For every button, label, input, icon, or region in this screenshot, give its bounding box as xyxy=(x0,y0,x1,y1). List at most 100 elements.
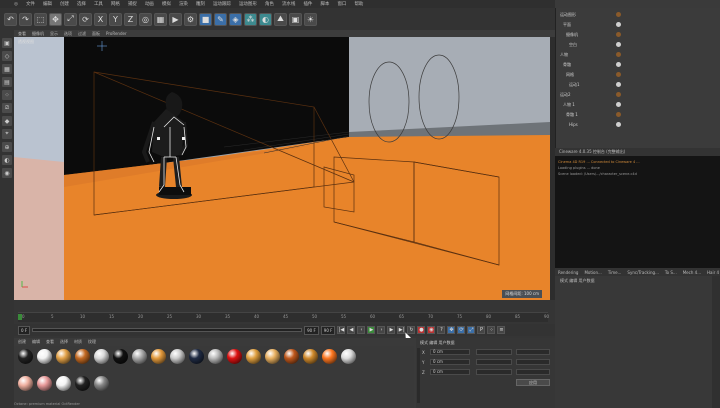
prev-key-icon[interactable]: ◀ xyxy=(347,326,356,334)
material-menu-item[interactable]: 纹理 xyxy=(88,339,96,345)
object-row[interactable]: 运动1 xyxy=(560,82,580,88)
deformer-icon[interactable]: ◐ xyxy=(259,12,272,26)
material-swatch[interactable] xyxy=(151,349,166,364)
viewport[interactable]: 透视视图 网格间距: 100 cm xyxy=(14,37,550,300)
material-swatch[interactable] xyxy=(18,376,33,391)
object-row[interactable]: 运动2 xyxy=(560,92,571,98)
material-swatch[interactable] xyxy=(303,349,318,364)
viewport-menu-item[interactable]: ProRender xyxy=(106,31,127,36)
coord-y-field[interactable]: 0 cm xyxy=(430,359,470,365)
material-tag-icon[interactable] xyxy=(616,52,621,57)
axis-mode-icon[interactable]: ⌖ xyxy=(2,129,12,139)
light-icon[interactable]: ☀ xyxy=(304,12,317,26)
menu-item[interactable]: 插件 xyxy=(303,1,312,7)
goto-start-icon[interactable]: |◀ xyxy=(337,326,346,334)
object-row[interactable]: 人物 1 xyxy=(560,102,575,108)
frame-range-slider[interactable] xyxy=(32,328,303,332)
material-tag-icon[interactable] xyxy=(616,32,621,37)
right-tab[interactable]: Mech 4... xyxy=(683,270,701,275)
redo-icon[interactable]: ↷ xyxy=(19,12,32,26)
right-tab[interactable]: To S... xyxy=(665,270,677,275)
material-tag-icon[interactable] xyxy=(616,72,621,77)
menu-item[interactable]: 渲染 xyxy=(179,1,188,7)
material-menu-item[interactable]: 查看 xyxy=(46,339,54,345)
menu-item[interactable]: 编辑 xyxy=(43,1,52,7)
subdivide-icon[interactable]: ◈ xyxy=(229,12,242,26)
rot-h-field[interactable] xyxy=(516,349,550,355)
material-swatch[interactable] xyxy=(75,376,90,391)
make-editable-icon[interactable]: ▣ xyxy=(2,38,12,48)
material-swatch[interactable] xyxy=(322,349,337,364)
vertical-slider[interactable] xyxy=(417,348,420,403)
model-mode-icon[interactable]: ◇ xyxy=(2,51,12,61)
viewport-menu-item[interactable]: 查看 xyxy=(18,31,26,37)
material-tag-icon[interactable] xyxy=(616,42,621,47)
workplane-icon[interactable]: ▤ xyxy=(2,77,12,87)
rot-b-field[interactable] xyxy=(516,369,550,375)
record-icon[interactable]: ● xyxy=(417,326,426,334)
keyframe-selection-icon[interactable]: ? xyxy=(437,326,446,334)
right-tab[interactable]: Motion... xyxy=(584,270,601,275)
material-tag-icon[interactable] xyxy=(616,122,621,127)
playhead[interactable] xyxy=(18,314,22,320)
object-row[interactable]: 网格 xyxy=(560,72,574,78)
material-swatch[interactable] xyxy=(341,349,356,364)
material-swatch[interactable] xyxy=(113,349,128,364)
size-y-field[interactable] xyxy=(476,359,512,365)
move-icon[interactable]: ✥ xyxy=(49,12,62,26)
material-swatch[interactable] xyxy=(37,349,52,364)
menu-item[interactable]: 帮助 xyxy=(354,1,363,7)
material-swatch[interactable] xyxy=(265,349,280,364)
rotation-key-icon[interactable]: ⟳ xyxy=(457,326,466,334)
scene-icon[interactable]: ⛰ xyxy=(274,12,287,26)
scale-key-icon[interactable]: ⤢ xyxy=(467,326,476,334)
menu-item[interactable]: 模拟 xyxy=(162,1,171,7)
select-icon[interactable]: ⬚ xyxy=(34,12,47,26)
pen-icon[interactable]: ✎ xyxy=(214,12,227,26)
material-swatch[interactable] xyxy=(18,349,33,364)
menu-item[interactable]: 选择 xyxy=(77,1,86,7)
next-key-icon[interactable]: ▶ xyxy=(387,326,396,334)
right-tab[interactable]: Rendering xyxy=(558,270,578,275)
render-view-icon[interactable]: ▦ xyxy=(154,12,167,26)
x-axis-icon[interactable]: X xyxy=(94,12,107,26)
material-tag-icon[interactable] xyxy=(616,102,621,107)
render-settings-icon[interactable]: ⚙ xyxy=(184,12,197,26)
viewport-menu-item[interactable]: 显示 xyxy=(50,31,58,37)
camera-icon[interactable]: ▣ xyxy=(289,12,302,26)
size-z-field[interactable] xyxy=(476,369,512,375)
menu-item[interactable]: 运动跟踪 xyxy=(213,1,231,7)
prev-frame-icon[interactable]: ‹ xyxy=(357,326,366,334)
material-tag-icon[interactable] xyxy=(616,12,621,17)
lock-workplane-icon[interactable]: ◐ xyxy=(2,155,12,165)
apply-button[interactable]: 应用 xyxy=(516,379,550,386)
object-row[interactable]: 骨骼 xyxy=(560,62,571,68)
material-tag-icon[interactable] xyxy=(616,82,621,87)
menu-item[interactable]: 文件 xyxy=(26,1,35,7)
material-swatch[interactable] xyxy=(94,349,109,364)
menu-item[interactable]: 运动图形 xyxy=(239,1,257,7)
solo-icon[interactable]: ◉ xyxy=(2,168,12,178)
material-swatch[interactable] xyxy=(75,349,90,364)
material-swatch[interactable] xyxy=(56,376,71,391)
menu-item[interactable]: 脚本 xyxy=(320,1,329,7)
end-frame-field[interactable]: 90 F xyxy=(304,325,319,335)
world-icon[interactable]: ◎ xyxy=(139,12,152,26)
autokey-icon[interactable]: ◉ xyxy=(427,326,436,334)
menu-item[interactable]: 角色 xyxy=(265,1,274,7)
point-key-icon[interactable]: ⁘ xyxy=(487,326,496,334)
z-axis-icon[interactable]: Z xyxy=(124,12,137,26)
menu-item[interactable]: 动画 xyxy=(145,1,154,7)
object-row[interactable]: 空白 xyxy=(560,42,577,48)
coord-x-field[interactable]: 0 cm xyxy=(430,349,470,355)
menu-item[interactable]: 流水线 xyxy=(282,1,296,7)
polygons-mode-icon[interactable]: ◆ xyxy=(2,116,12,126)
material-tag-icon[interactable] xyxy=(616,22,621,27)
viewport-menu-item[interactable]: 面板 xyxy=(92,31,100,37)
material-tag-icon[interactable] xyxy=(616,112,621,117)
side-tab-strip[interactable] xyxy=(712,276,720,408)
rot-p-field[interactable] xyxy=(516,359,550,365)
material-swatch[interactable] xyxy=(189,349,204,364)
viewport-menu-item[interactable]: 选项 xyxy=(64,31,72,37)
material-swatch[interactable] xyxy=(94,376,109,391)
